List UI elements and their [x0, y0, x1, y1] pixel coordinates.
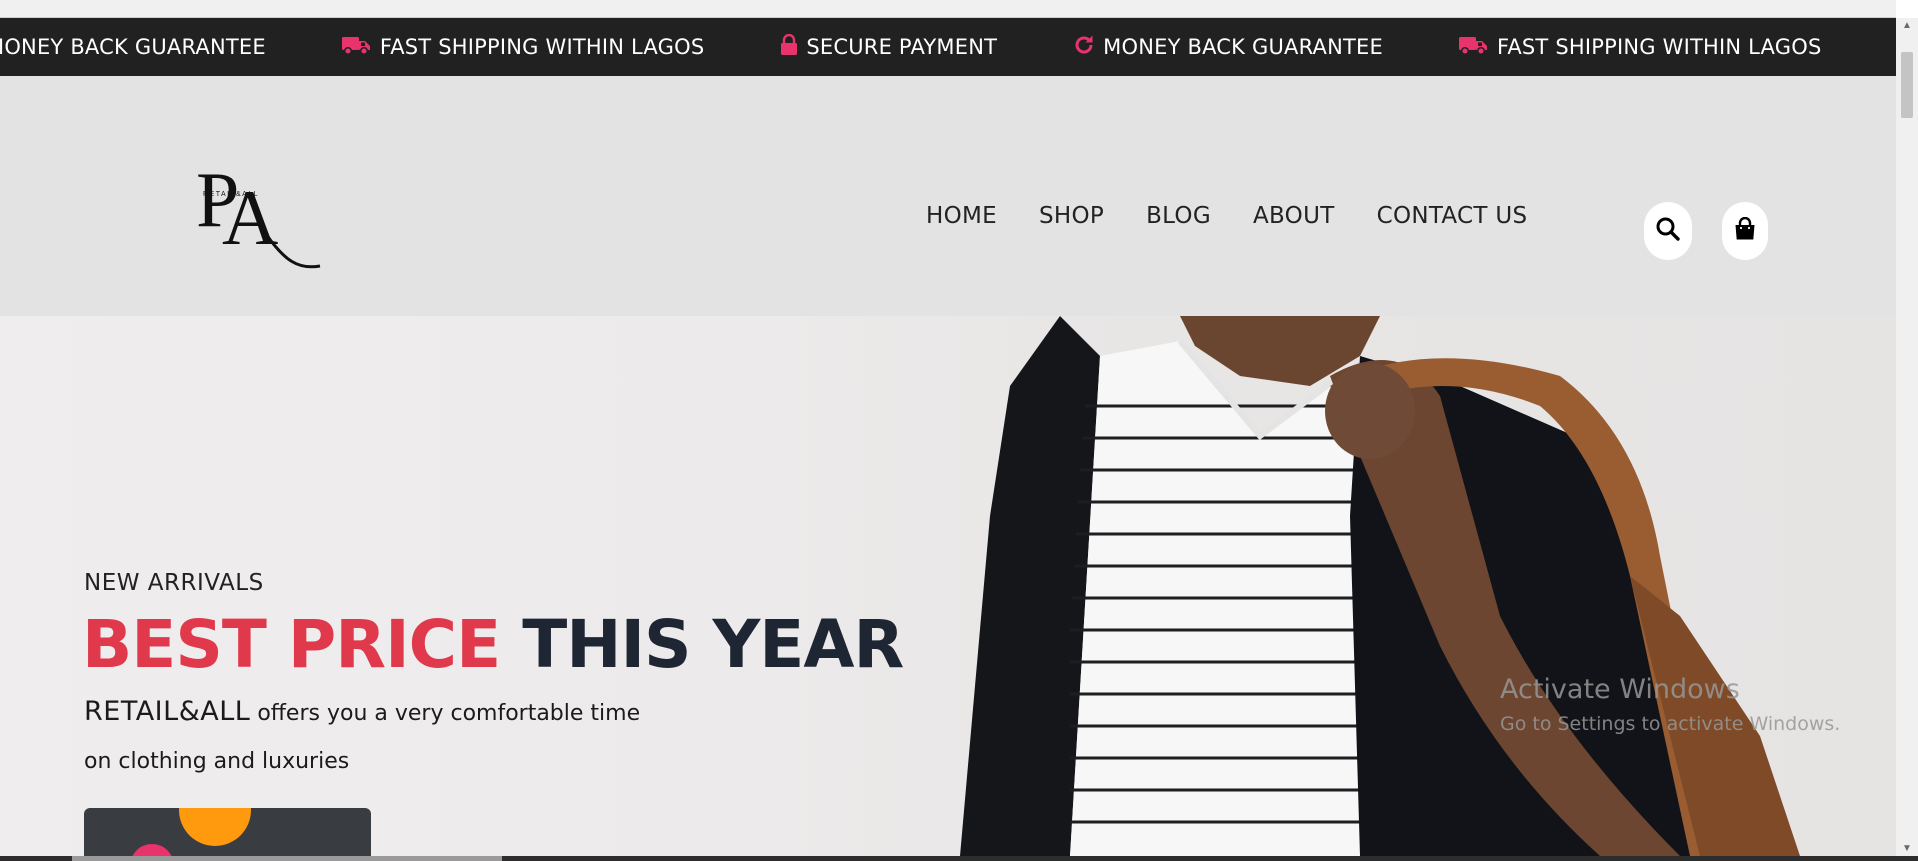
ticker-item-label: FAST SHIPPING WITHIN LAGOS — [1496, 35, 1822, 59]
svg-text:A: A — [222, 174, 278, 261]
shopping-bag-icon — [1734, 216, 1756, 246]
vertical-scrollbar[interactable]: ▲ ▼ — [1896, 18, 1918, 856]
ticker-item-label: SECURE PAYMENT — [806, 35, 998, 59]
main-nav: HOME SHOP BLOG ABOUT CONTACT US — [926, 203, 1569, 229]
search-button[interactable] — [1644, 202, 1692, 260]
ticker-item-label: MONEY BACK GUARANTEE — [1103, 35, 1383, 59]
hero-banner: NEW ARRIVALS BEST PRICE THIS YEAR RETAIL… — [0, 316, 1896, 856]
hero-cta-card[interactable] — [84, 808, 371, 856]
ticker-item-money-back: MONEY BACK GUARANTEE — [0, 35, 266, 59]
browser-top-border — [0, 0, 1896, 18]
watermark-title: Activate Windows — [1500, 674, 1740, 705]
brand-logo[interactable]: P A RETAIL&ALL — [196, 150, 326, 272]
nav-shop[interactable]: SHOP — [1039, 203, 1104, 229]
ticker-item-shipping: FAST SHIPPING WITHIN LAGOS — [341, 34, 705, 61]
hero-title-accent: BEST PRICE — [82, 606, 501, 683]
scrollbar-thumb[interactable] — [1901, 52, 1913, 118]
refresh-icon — [1073, 34, 1095, 61]
scroll-up-icon[interactable]: ▲ — [1902, 20, 1912, 31]
logo-wordmark: RETAIL&ALL — [203, 191, 259, 198]
logo-monogram: P A RETAIL&ALL — [196, 156, 321, 269]
search-icon — [1655, 216, 1681, 247]
ticker-item-shipping: FAST SHIPPING WITHIN LAGOS — [1458, 34, 1822, 61]
ticker-item-money-back: MONEY BACK GUARANTEE — [1073, 34, 1383, 61]
truck-icon — [1458, 34, 1489, 61]
hero-sub-brand: RETAIL&ALL — [84, 696, 251, 727]
hero-kicker: NEW ARRIVALS — [84, 570, 264, 596]
decor-pink-circle — [130, 844, 174, 856]
announcement-ticker: MONEY BACK GUARANTEE FAST SHIPPING WITHI… — [0, 18, 1896, 76]
windows-activation-watermark: Activate Windows Go to Settings to activ… — [1500, 674, 1840, 735]
cart-button[interactable] — [1722, 202, 1768, 260]
decor-orange-circle — [179, 808, 251, 846]
ticker-item-label: MONEY BACK GUARANTEE — [0, 35, 266, 59]
nav-about[interactable]: ABOUT — [1253, 203, 1335, 229]
nav-blog[interactable]: BLOG — [1146, 203, 1211, 229]
horizontal-scrollbar[interactable] — [0, 856, 1918, 861]
hero-title-rest: THIS YEAR — [522, 606, 904, 683]
hero-title: BEST PRICE THIS YEAR — [82, 606, 904, 683]
hero-sub-line1: offers you a very comfortable time — [257, 701, 641, 726]
ticker-item-label: FAST SHIPPING WITHIN LAGOS — [379, 35, 705, 59]
hero-sub-line2: on clothing and luxuries — [84, 749, 350, 774]
nav-home[interactable]: HOME — [926, 203, 997, 229]
lock-icon — [780, 33, 798, 61]
truck-icon — [341, 34, 372, 61]
watermark-subtitle: Go to Settings to activate Windows. — [1500, 713, 1841, 735]
ticker-track: MONEY BACK GUARANTEE FAST SHIPPING WITHI… — [0, 18, 1896, 76]
hero-description: RETAIL&ALL offers you a very comfortable… — [84, 688, 784, 786]
ticker-item-secure: SECURE PAYMENT — [780, 33, 998, 61]
nav-contact-us[interactable]: CONTACT US — [1377, 203, 1528, 229]
horizontal-scrollbar-thumb[interactable] — [72, 856, 502, 861]
scroll-down-icon[interactable]: ▼ — [1902, 843, 1912, 854]
